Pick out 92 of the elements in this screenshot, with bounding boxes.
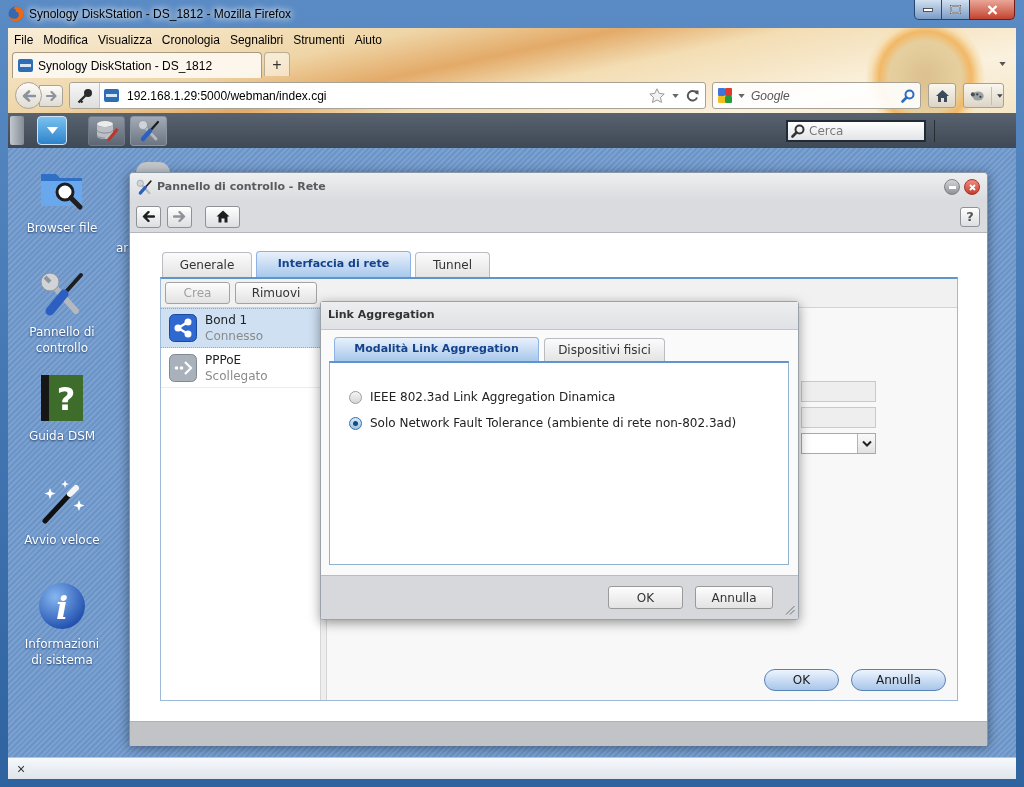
- home-icon: [215, 210, 230, 223]
- menu-item[interactable]: Cronologia: [156, 30, 225, 50]
- minimize-icon: [948, 185, 956, 189]
- address-field[interactable]: 192.168.1.29:5000/webman/index.cgi: [69, 82, 706, 109]
- database-icon: [94, 118, 119, 143]
- radio-button[interactable]: [349, 390, 362, 404]
- forward-arrow-icon: [45, 90, 57, 101]
- back-arrow-icon: [142, 211, 155, 222]
- caret-icon: [672, 93, 679, 98]
- forward-button[interactable]: [167, 205, 192, 228]
- search-input[interactable]: Cerca: [809, 121, 924, 140]
- back-button[interactable]: [136, 205, 161, 228]
- close-button[interactable]: [969, 0, 1015, 20]
- interface-name: Bond 1: [205, 312, 249, 328]
- search-input[interactable]: Google: [751, 86, 901, 105]
- maximize-button[interactable]: [942, 0, 969, 20]
- dots-chevron-icon: [169, 353, 197, 382]
- search-engine-icon: [717, 87, 734, 104]
- shortcut-label: ar: [116, 240, 129, 256]
- back-arrow-icon: [21, 89, 36, 102]
- favicon-icon: [18, 59, 33, 72]
- close-button[interactable]: [964, 179, 980, 195]
- menu-item[interactable]: Aiuto: [349, 30, 387, 50]
- search-field[interactable]: Cerca: [786, 119, 926, 142]
- search-field[interactable]: Google: [712, 82, 921, 109]
- select-field[interactable]: [801, 433, 876, 454]
- input-field[interactable]: [801, 407, 876, 428]
- tab[interactable]: Interfaccia di rete: [256, 251, 411, 277]
- dialog-button[interactable]: OK: [608, 586, 683, 609]
- interface-status: Scollegato: [205, 367, 268, 384]
- reload-icon[interactable]: [686, 89, 699, 102]
- share-icon: [169, 314, 197, 342]
- tab[interactable]: Tunnel: [415, 252, 490, 277]
- tools-icon: [136, 118, 161, 143]
- close-icon: [986, 4, 998, 15]
- star-icon[interactable]: [649, 88, 665, 103]
- minimize-button[interactable]: [914, 0, 942, 20]
- toolbar-button[interactable]: Rimuovi: [235, 282, 317, 304]
- tools-icon: [38, 270, 86, 318]
- site-identity-button[interactable]: [70, 83, 100, 108]
- maximize-icon: [950, 5, 961, 14]
- browser-tab[interactable]: Synology DiskStation - DS_1812: [12, 52, 262, 78]
- info-icon: i: [38, 582, 86, 630]
- key-icon: [76, 87, 93, 104]
- option-label: Solo Network Fault Tolerance (ambiente di rete non-802.3ad): [370, 415, 737, 432]
- help-button[interactable]: ?: [960, 206, 980, 227]
- forward-button[interactable]: [39, 84, 63, 107]
- close-icon: [968, 183, 976, 191]
- menu-item[interactable]: Strumenti: [288, 30, 350, 50]
- caret-icon: [738, 93, 745, 98]
- close-button[interactable]: ×: [17, 760, 26, 777]
- tab[interactable]: Modalità Link Aggregation: [334, 337, 539, 361]
- main-menu-button[interactable]: [37, 116, 67, 145]
- home-icon: [934, 88, 950, 103]
- taskbar-button[interactable]: [130, 115, 167, 146]
- menu-item[interactable]: Segnalibri: [224, 30, 289, 50]
- chevron-down-icon: [861, 440, 872, 447]
- taskbar-grip[interactable]: [10, 116, 24, 145]
- fox-globe-icon: [8, 6, 24, 22]
- option-label: IEEE 802.3ad Link Aggregation Dinamica: [370, 389, 616, 406]
- tools-icon: [136, 178, 153, 196]
- menu-item[interactable]: Visualizza: [93, 30, 157, 50]
- list-item[interactable]: Bond 1 Connesso: [161, 308, 320, 348]
- caret-icon: [45, 127, 59, 134]
- new-tab-button[interactable]: +: [264, 52, 290, 76]
- caret-icon: [999, 62, 1006, 66]
- favicon-icon: [104, 89, 119, 102]
- addon-button[interactable]: [963, 83, 1004, 108]
- interface-name: PPPoE: [205, 351, 243, 368]
- home-button[interactable]: [205, 205, 240, 228]
- tab[interactable]: Generale: [162, 252, 252, 277]
- menu-item[interactable]: File: [9, 30, 39, 50]
- dialog-title: Link Aggregation: [328, 307, 435, 324]
- home-button[interactable]: [928, 83, 956, 108]
- forward-arrow-icon: [173, 211, 186, 222]
- dialog-button[interactable]: Annulla: [695, 586, 773, 609]
- pill-button[interactable]: OK: [764, 669, 839, 691]
- url-input[interactable]: 192.168.1.29:5000/webman/index.cgi: [127, 86, 649, 105]
- window-title: Pannello di controllo - Rete: [157, 178, 326, 195]
- minimize-icon: [923, 7, 933, 12]
- caret-icon: [997, 93, 1003, 98]
- interface-status: Connesso: [205, 328, 264, 344]
- radio-button[interactable]: [349, 416, 362, 430]
- window-title: Synology DiskStation - DS_1812 - Mozilla Firefox: [29, 6, 292, 23]
- input-field[interactable]: [801, 381, 876, 402]
- resize-grip-icon[interactable]: [785, 605, 795, 615]
- menu-item[interactable]: Modifica: [38, 30, 94, 50]
- desktop-shortcut[interactable]: ? Guida DSM: [19, 374, 105, 444]
- pill-button[interactable]: Annulla: [851, 669, 946, 691]
- taskbar-button[interactable]: [88, 115, 125, 146]
- search-icon[interactable]: [791, 123, 805, 138]
- tab[interactable]: Dispositivi fisici: [544, 338, 665, 361]
